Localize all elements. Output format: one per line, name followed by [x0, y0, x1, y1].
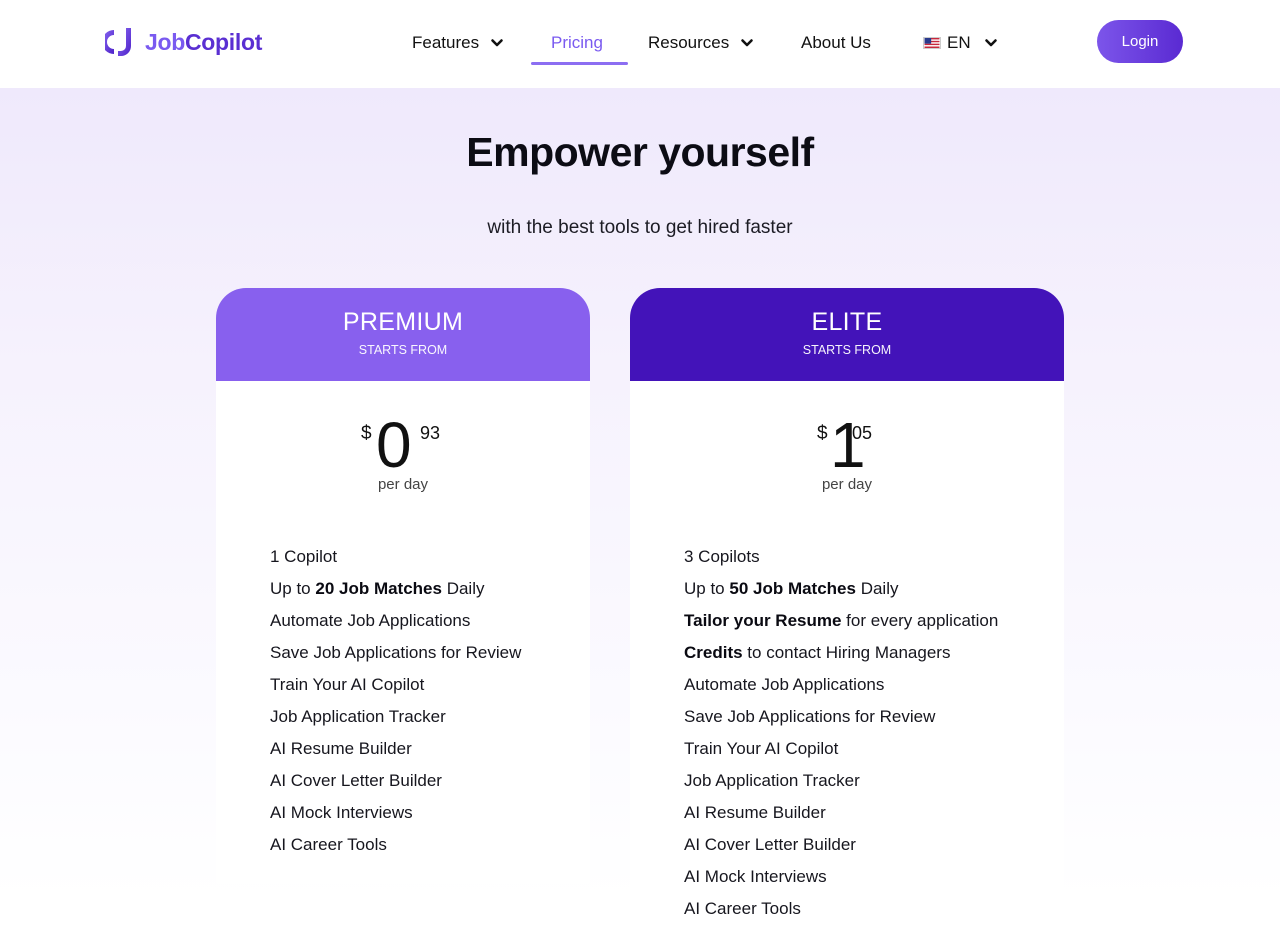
plan-name: ELITE [811, 308, 883, 336]
chevron-down-icon [741, 39, 754, 47]
feature-item: AI Cover Letter Builder [270, 765, 521, 797]
top-navbar: JobCopilot Features Pricing Resources Ab… [0, 0, 1280, 88]
language-selector[interactable]: EN [923, 30, 998, 56]
feature-list: 3 Copilots Up to 50 Job Matches Daily Tail… [684, 541, 998, 925]
feature-text: AI Career Tools [684, 899, 801, 918]
us-flag-icon [923, 37, 941, 49]
feature-text: to contact Hiring Managers [742, 643, 951, 662]
active-tab-indicator [531, 62, 628, 65]
feature-item: Up to 20 Job Matches Daily [270, 573, 521, 605]
feature-text: Automate Job Applications [270, 611, 471, 630]
feature-item: Up to 50 Job Matches Daily [684, 573, 998, 605]
feature-text: Job Application Tracker [684, 771, 860, 790]
price-whole: 0 [376, 409, 412, 481]
nav-about-us[interactable]: About Us [801, 30, 871, 56]
plan-name: PREMIUM [342, 308, 464, 336]
feature-text: AI Mock Interviews [684, 867, 827, 886]
feature-item: Train Your AI Copilot [684, 733, 998, 765]
brand-logo[interactable]: JobCopilot [105, 25, 262, 59]
price-currency: $ [817, 423, 828, 444]
logo-mark-icon [105, 28, 131, 56]
feature-item: AI Resume Builder [270, 733, 521, 765]
nav-features-label: Features [412, 33, 480, 52]
nav-pricing-label: Pricing [551, 33, 603, 52]
feature-text: AI Resume Builder [684, 803, 826, 822]
feature-item: AI Mock Interviews [684, 861, 998, 893]
price-currency: $ [361, 423, 372, 444]
feature-item: AI Cover Letter Builder [684, 829, 998, 861]
page-title: Empower yourself [466, 129, 814, 175]
feature-text: Automate Job Applications [684, 675, 885, 694]
feature-item: AI Career Tools [270, 829, 521, 861]
feature-text: AI Career Tools [270, 835, 387, 854]
nav-pricing[interactable]: Pricing [551, 30, 603, 56]
price-cents: 05 [852, 423, 873, 443]
feature-list: 1 Copilot Up to 20 Job Matches Daily Autom… [270, 541, 521, 861]
feature-text: Save Job Applications for Review [270, 643, 522, 662]
feature-text: AI Cover Letter Builder [684, 835, 856, 854]
price-period: per day [377, 476, 429, 493]
feature-text: Daily [441, 579, 485, 598]
feature-item: Train Your AI Copilot [270, 669, 521, 701]
pricing-hero: Empower yourself with the best tools to … [0, 88, 1280, 928]
plan-card-premium: PREMIUM STARTS FROM $ 0 93 per day 1 Cop… [216, 288, 590, 884]
nav-resources[interactable]: Resources [648, 30, 754, 56]
chevron-down-icon [491, 39, 503, 47]
nav-about-label: About Us [801, 33, 871, 52]
page-subtitle: with the best tools to get hired faster [487, 217, 793, 238]
feature-text: 1 Copilot [270, 547, 338, 566]
feature-item: Credits to contact Hiring Managers [684, 637, 998, 669]
feature-item: Job Application Tracker [270, 701, 521, 733]
feature-item: Save Job Applications for Review [270, 637, 521, 669]
nav-resources-label: Resources [648, 33, 730, 52]
login-button[interactable]: Login [1097, 20, 1183, 63]
feature-item: 1 Copilot [270, 541, 521, 573]
chevron-down-icon [984, 39, 997, 47]
feature-text: Daily [855, 579, 899, 598]
feature-highlight: Credits [684, 643, 743, 662]
feature-text: Save Job Applications for Review [684, 707, 936, 726]
feature-text: AI Mock Interviews [270, 803, 413, 822]
feature-text: for every application [841, 611, 999, 630]
feature-item: 3 Copilots [684, 541, 998, 573]
feature-text: Train Your AI Copilot [270, 675, 425, 694]
feature-text: Train Your AI Copilot [684, 739, 839, 758]
price-cents: 93 [420, 423, 441, 443]
feature-item: Automate Job Applications [684, 669, 998, 701]
language-label: EN [947, 33, 971, 52]
feature-text: 3 Copilots [684, 547, 760, 566]
feature-item: Automate Job Applications [270, 605, 521, 637]
plan-starts-from: STARTS FROM [802, 343, 892, 357]
feature-item: Tailor your Resume for every application [684, 605, 998, 637]
feature-item: AI Resume Builder [684, 797, 998, 829]
feature-text: Up to [684, 579, 730, 598]
feature-text: Up to [270, 579, 316, 598]
feature-text: AI Resume Builder [270, 739, 412, 758]
feature-item: AI Mock Interviews [270, 797, 521, 829]
plan-header: ELITE STARTS FROM [630, 288, 1064, 381]
feature-highlight: 50 Job Matches [729, 579, 856, 598]
feature-item: Save Job Applications for Review [684, 701, 998, 733]
feature-highlight: 20 Job Matches [315, 579, 442, 598]
nav-features[interactable]: Features [412, 30, 504, 56]
feature-item: AI Career Tools [684, 893, 998, 925]
plan-header: PREMIUM STARTS FROM [216, 288, 590, 381]
feature-item: Job Application Tracker [684, 765, 998, 797]
plan-price: $ 0 93 per day [216, 381, 590, 501]
feature-text: AI Cover Letter Builder [270, 771, 442, 790]
brand-name: JobCopilot [145, 29, 262, 56]
brand-name-part2: Copilot [185, 28, 263, 55]
plan-card-elite: ELITE STARTS FROM $ 1 05 per day 3 Copil… [630, 288, 1064, 928]
plan-price: $ 1 05 per day [630, 381, 1064, 501]
plan-starts-from: STARTS FROM [358, 343, 448, 357]
feature-highlight: Tailor your Resume [684, 611, 842, 630]
brand-name-part1: Job [145, 28, 185, 55]
feature-text: Job Application Tracker [270, 707, 446, 726]
price-period: per day [821, 476, 873, 493]
